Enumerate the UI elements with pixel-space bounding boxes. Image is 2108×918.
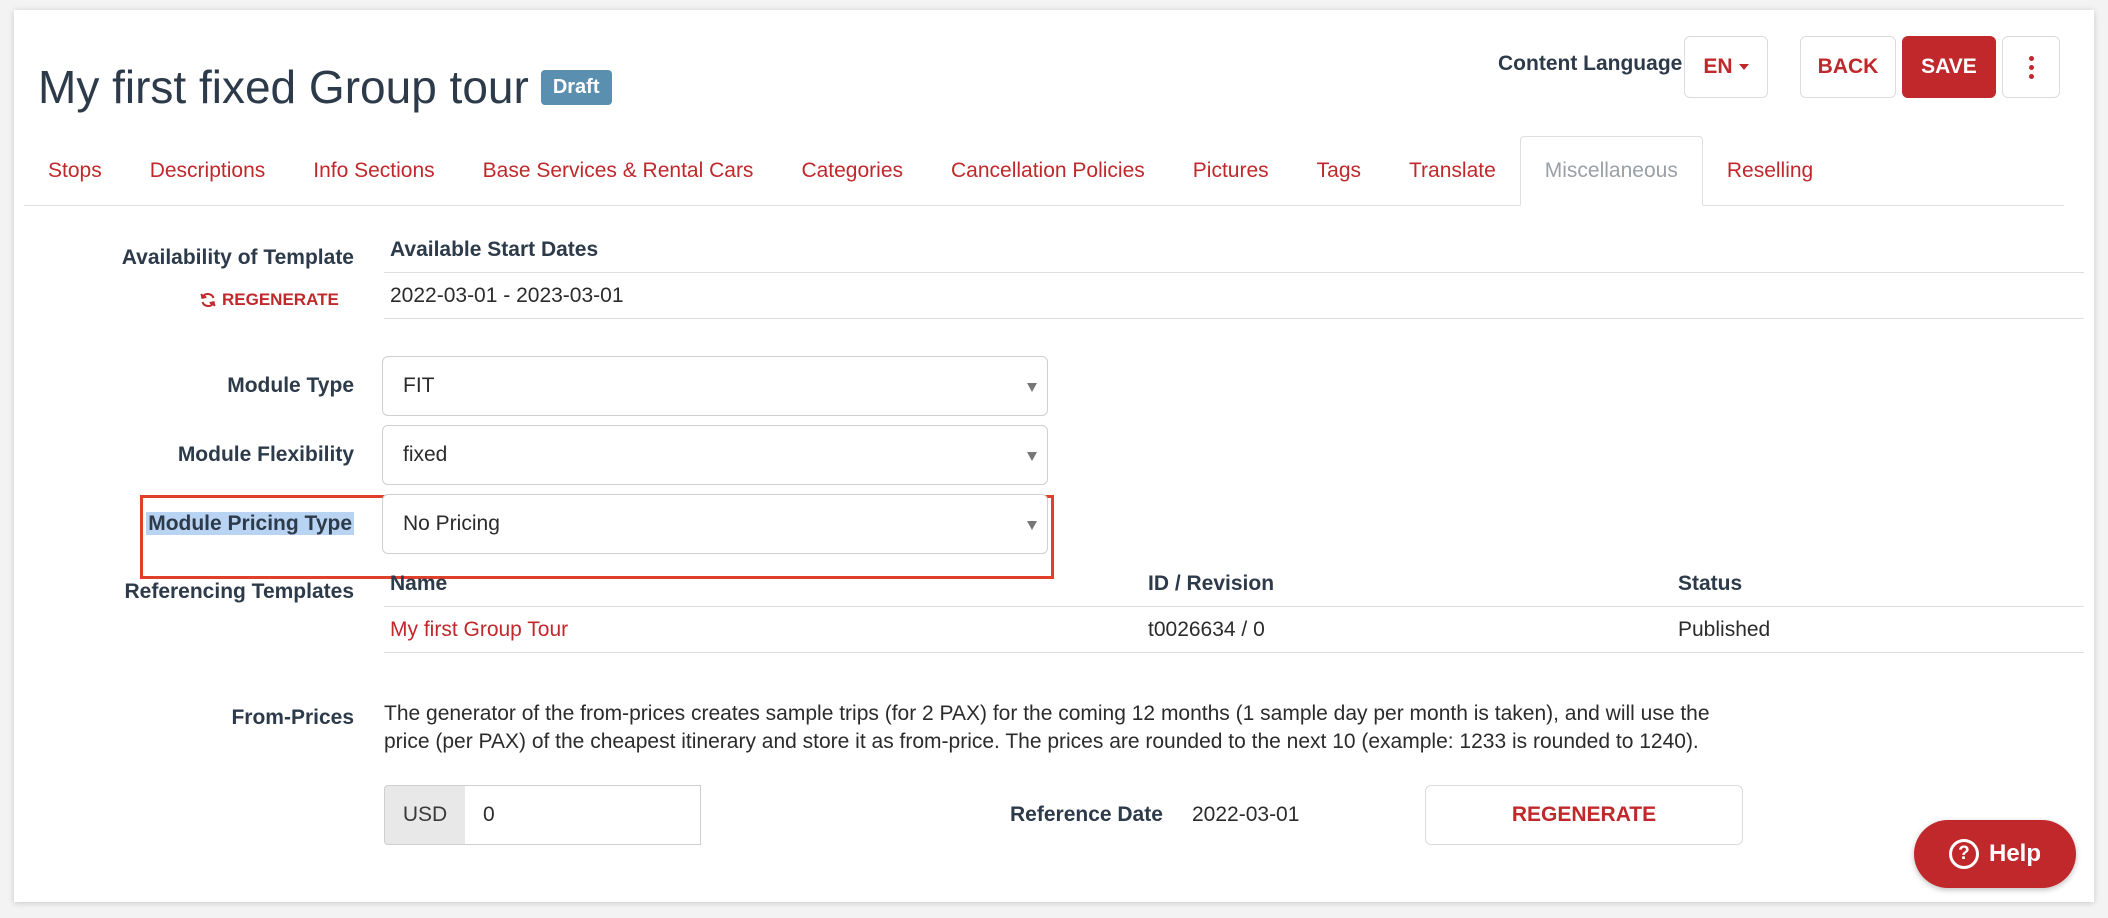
reference-date-value: 2022-03-01 <box>1192 803 1300 826</box>
from-prices-description: The generator of the from-prices creates… <box>384 702 1710 753</box>
language-value: EN <box>1703 55 1733 78</box>
page-title: My first fixed Group tour <box>38 61 529 113</box>
reference-date-label: Reference Date <box>1010 803 1163 826</box>
caret-down-icon <box>1738 64 1749 70</box>
dropdown-arrow-icon <box>1027 383 1037 392</box>
regenerate-from-prices-button[interactable]: REGENERATE <box>1425 785 1743 845</box>
tab-miscellaneous[interactable]: Miscellaneous <box>1519 136 1703 206</box>
module-flexibility-label: Module Flexibility <box>177 443 354 466</box>
from-prices-label: From-Prices <box>231 706 354 729</box>
back-button[interactable]: BACK <box>1800 36 1896 98</box>
tab-categories[interactable]: Categories <box>777 136 927 206</box>
tab-translate[interactable]: Translate <box>1385 136 1520 206</box>
column-header-status: Status <box>1678 572 1743 595</box>
refresh-icon <box>200 292 216 308</box>
status-badge: Draft <box>540 69 612 105</box>
availability-label: Availability of Template <box>121 246 354 269</box>
question-circle-icon: ? <box>1948 839 1979 869</box>
tab-bar: Stops Descriptions Info Sections Base Se… <box>24 136 2064 206</box>
help-button[interactable]: ? Help <box>1914 820 2076 888</box>
module-type-label: Module Type <box>227 374 354 397</box>
dropdown-arrow-icon <box>1027 452 1037 461</box>
page-title-row: My first fixed Group tour Draft <box>38 60 612 114</box>
divider <box>384 318 2084 319</box>
tab-descriptions[interactable]: Descriptions <box>126 136 290 206</box>
regenerate-availability-link[interactable]: REGENERATE <box>200 290 339 310</box>
save-button[interactable]: SAVE <box>1902 36 1996 98</box>
module-pricing-type-value: No Pricing <box>403 512 500 535</box>
module-flexibility-select[interactable]: fixed <box>382 425 1048 485</box>
module-flexibility-value: fixed <box>403 443 448 466</box>
tab-cancellation-policies[interactable]: Cancellation Policies <box>927 136 1169 206</box>
currency-addon: USD <box>384 785 466 845</box>
tab-tags[interactable]: Tags <box>1293 136 1385 206</box>
module-type-value: FIT <box>403 374 435 397</box>
kebab-menu-icon <box>2028 55 2034 79</box>
content-language-label: Content Language <box>1498 52 1683 75</box>
column-header-name: Name <box>390 572 448 595</box>
available-start-dates-value: 2022-03-01 - 2023-03-01 <box>390 284 624 307</box>
referencing-templates-label: Referencing Templates <box>124 580 354 603</box>
language-dropdown[interactable]: EN <box>1684 36 1768 98</box>
module-pricing-type-label: Module Pricing Type <box>54 512 354 536</box>
divider <box>384 652 2084 653</box>
tab-stops[interactable]: Stops <box>24 136 126 206</box>
from-price-input[interactable]: 0 <box>465 785 701 845</box>
divider <box>384 606 2084 607</box>
column-header-id-revision: ID / Revision <box>1148 572 1275 595</box>
dropdown-arrow-icon <box>1027 521 1037 530</box>
available-start-dates-header: Available Start Dates <box>390 238 599 261</box>
module-type-select[interactable]: FIT <box>382 356 1048 416</box>
module-pricing-type-select[interactable]: No Pricing <box>382 494 1048 554</box>
tab-reselling[interactable]: Reselling <box>1703 136 1837 206</box>
divider <box>384 272 2084 273</box>
module-pricing-type-label-text: Module Pricing Type <box>146 512 354 535</box>
regenerate-availability-label: REGENERATE <box>222 290 339 309</box>
tab-pictures[interactable]: Pictures <box>1169 136 1293 206</box>
template-link[interactable]: My first Group Tour <box>390 618 568 642</box>
more-options-button[interactable] <box>2002 36 2060 98</box>
page-card: My first fixed Group tour Draft Content … <box>14 10 2094 902</box>
template-status: Published <box>1678 618 1771 641</box>
tab-info-sections[interactable]: Info Sections <box>289 136 458 206</box>
tab-base-services[interactable]: Base Services & Rental Cars <box>459 136 778 206</box>
help-label: Help <box>1988 840 2041 867</box>
template-id-revision: t0026634 / 0 <box>1148 618 1265 641</box>
